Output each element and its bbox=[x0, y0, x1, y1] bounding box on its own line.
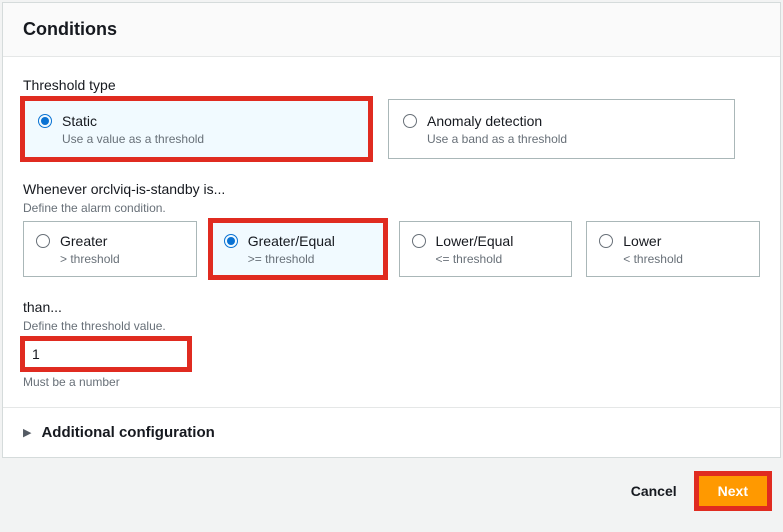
next-button[interactable]: Next bbox=[697, 474, 769, 508]
radio-icon bbox=[36, 234, 50, 248]
condition-lower[interactable]: Lower < threshold bbox=[586, 221, 760, 277]
condition-greater-equal[interactable]: Greater/Equal >= threshold bbox=[211, 221, 385, 277]
conditions-panel: Conditions Threshold type Static Use a v… bbox=[2, 2, 781, 458]
caret-right-icon: ▶ bbox=[23, 426, 31, 439]
option-sub: Use a value as a threshold bbox=[62, 132, 204, 146]
option-sub: Use a band as a threshold bbox=[427, 132, 567, 146]
panel-body: Threshold type Static Use a value as a t… bbox=[3, 57, 780, 407]
radio-icon bbox=[38, 114, 52, 128]
next-button-highlight: Next bbox=[697, 474, 769, 508]
option-sub: < threshold bbox=[623, 252, 683, 266]
threshold-value-label: than... bbox=[23, 299, 760, 315]
option-sub: <= threshold bbox=[436, 252, 514, 266]
threshold-value-constraint: Must be a number bbox=[23, 375, 760, 389]
threshold-type-static[interactable]: Static Use a value as a threshold bbox=[23, 99, 370, 159]
threshold-value-desc: Define the threshold value. bbox=[23, 319, 760, 333]
condition-lower-equal[interactable]: Lower/Equal <= threshold bbox=[399, 221, 573, 277]
option-sub: > threshold bbox=[60, 252, 120, 266]
option-title: Lower bbox=[623, 232, 683, 250]
radio-icon bbox=[224, 234, 238, 248]
option-title: Static bbox=[62, 112, 204, 130]
alarm-condition-section: Whenever orclviq-is-standby is... Define… bbox=[23, 181, 760, 277]
threshold-value-input-wrap bbox=[23, 339, 189, 369]
threshold-type-anomaly[interactable]: Anomaly detection Use a band as a thresh… bbox=[388, 99, 735, 159]
radio-icon bbox=[403, 114, 417, 128]
radio-icon bbox=[599, 234, 613, 248]
option-title: Greater/Equal bbox=[248, 232, 335, 250]
threshold-type-label: Threshold type bbox=[23, 77, 760, 93]
panel-title: Conditions bbox=[23, 19, 760, 40]
cancel-button[interactable]: Cancel bbox=[627, 477, 681, 505]
condition-desc: Define the alarm condition. bbox=[23, 201, 760, 215]
option-title: Greater bbox=[60, 232, 120, 250]
threshold-type-row: Static Use a value as a threshold Anomal… bbox=[23, 99, 760, 159]
radio-icon bbox=[412, 234, 426, 248]
additional-configuration-expander[interactable]: ▶ Additional configuration bbox=[3, 407, 780, 457]
option-title: Anomaly detection bbox=[427, 112, 567, 130]
expander-title: Additional configuration bbox=[41, 424, 214, 441]
threshold-value-input[interactable] bbox=[23, 339, 189, 369]
threshold-value-section: than... Define the threshold value. Must… bbox=[23, 299, 760, 389]
option-title: Lower/Equal bbox=[436, 232, 514, 250]
condition-row: Greater > threshold Greater/Equal >= thr… bbox=[23, 221, 760, 277]
panel-header: Conditions bbox=[3, 3, 780, 57]
wizard-footer: Cancel Next bbox=[0, 458, 783, 518]
condition-label: Whenever orclviq-is-standby is... bbox=[23, 181, 760, 197]
condition-greater[interactable]: Greater > threshold bbox=[23, 221, 197, 277]
option-sub: >= threshold bbox=[248, 252, 335, 266]
